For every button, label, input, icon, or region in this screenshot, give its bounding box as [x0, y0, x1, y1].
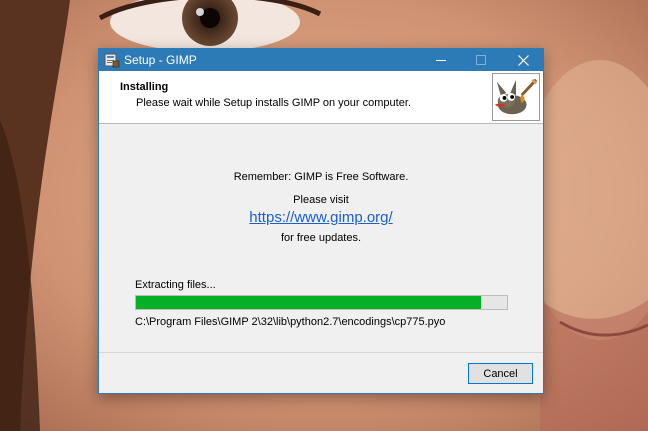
- maximize-icon: [476, 55, 486, 65]
- minimize-icon: [436, 60, 446, 61]
- setup-app-icon: [104, 53, 120, 68]
- desktop-background: Setup - GIMP Installing Please wait whil…: [0, 0, 648, 431]
- page-title: Installing: [120, 81, 169, 93]
- current-file-path: C:\Program Files\GIMP 2\32\lib\python2.7…: [135, 316, 446, 328]
- title-bar[interactable]: Setup - GIMP: [99, 49, 543, 71]
- free-software-note: Remember: GIMP is Free Software.: [233, 171, 409, 183]
- gimp-logo-icon: [492, 73, 540, 121]
- progress-bar-fill: [136, 296, 482, 309]
- free-updates-text: for free updates.: [280, 232, 362, 244]
- cancel-button[interactable]: Cancel: [468, 363, 533, 384]
- close-button[interactable]: [503, 49, 543, 71]
- gimp-website-link[interactable]: https://www.gimp.org/: [99, 209, 543, 226]
- wizard-header: Installing Please wait while Setup insta…: [99, 71, 543, 124]
- progress-status-label: Extracting files...: [135, 279, 216, 291]
- window-title: Setup - GIMP: [124, 53, 197, 67]
- close-icon: [517, 54, 529, 66]
- setup-window: Setup - GIMP Installing Please wait whil…: [98, 48, 544, 394]
- footer-divider: [99, 352, 543, 353]
- minimize-button[interactable]: [421, 49, 461, 71]
- progress-bar: [135, 295, 508, 310]
- page-subtitle: Please wait while Setup installs GIMP on…: [136, 97, 411, 109]
- maximize-button: [461, 49, 501, 71]
- please-visit-text: Please visit: [293, 194, 349, 206]
